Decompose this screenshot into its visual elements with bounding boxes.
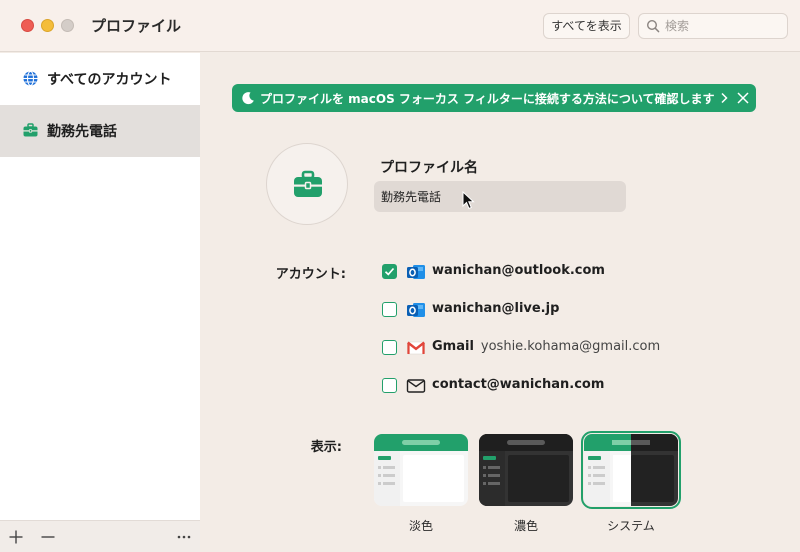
minus-icon[interactable] (40, 529, 56, 545)
moon-icon (242, 92, 254, 105)
briefcase-icon (23, 123, 38, 137)
account-checkbox[interactable] (382, 264, 397, 279)
account-row-outlook: wanichan@outlook.com (382, 261, 782, 283)
window-title: プロファイル (91, 17, 182, 35)
profile-name-field[interactable] (374, 181, 626, 212)
search-field[interactable] (638, 13, 788, 39)
minimize-window-button[interactable] (41, 19, 54, 32)
theme-system-preview (584, 434, 678, 506)
banner-text: プロファイルを macOS フォーカス フィルターに接続する方法について確認しま… (260, 92, 715, 106)
main-panel: プロファイルを macOS フォーカス フィルターに接続する方法について確認しま… (200, 53, 800, 552)
show-all-button[interactable]: すべてを表示 (543, 13, 630, 39)
account-checkbox[interactable] (382, 378, 397, 393)
account-row-contact: contact@wanichan.com (382, 375, 782, 397)
search-icon (646, 19, 660, 33)
account-email-address: yoshie.kohama@gmail.com (480, 339, 661, 354)
mail-icon (406, 379, 426, 393)
sidebar-footer (0, 520, 200, 552)
mouse-pointer-icon (462, 191, 475, 210)
theme-dark-label: 濃色 (513, 519, 538, 533)
account-checkbox[interactable] (382, 302, 397, 317)
window: プロファイル すべてを表示 すべてのアカウント (0, 0, 800, 552)
briefcase-icon (294, 170, 322, 197)
theme-system-option[interactable] (581, 431, 681, 509)
theme-dark-preview (479, 434, 573, 506)
plus-icon[interactable] (8, 529, 24, 545)
globe-icon (23, 70, 38, 87)
outlook-icon (407, 303, 425, 317)
theme-light-label: 淡色 (408, 519, 433, 533)
close-window-button[interactable] (21, 19, 34, 32)
theme-system-label: システム (607, 519, 655, 533)
sidebar-item-work-phone[interactable]: 勤務先電話 (0, 105, 200, 157)
search-input[interactable] (665, 17, 783, 35)
close-icon[interactable] (736, 91, 750, 105)
sidebar: すべてのアカウント 勤務先電話 (0, 53, 200, 552)
focus-filter-banner[interactable]: プロファイルを macOS フォーカス フィルターに接続する方法について確認しま… (232, 84, 756, 112)
theme-light-preview (374, 434, 468, 506)
profile-name-label: プロファイル名 (380, 160, 478, 176)
profile-icon-picker[interactable] (266, 143, 348, 225)
account-email: contact@wanichan.com (432, 377, 605, 392)
sidebar-item-all-accounts[interactable]: すべてのアカウント (0, 53, 200, 105)
sidebar-item-label: すべてのアカウント (47, 72, 172, 88)
theme-light-option[interactable] (374, 434, 468, 506)
outlook-icon (407, 265, 425, 279)
theme-dark-option[interactable] (479, 434, 573, 506)
appearance-label: 表示: (310, 440, 342, 455)
account-checkbox[interactable] (382, 340, 397, 355)
zoom-window-button[interactable] (61, 19, 74, 32)
accounts-label: アカウント: (275, 267, 346, 282)
account-email: Gmail yoshie.kohama@gmail.com (432, 339, 661, 354)
sidebar-item-label: 勤務先電話 (47, 124, 117, 140)
ellipsis-icon[interactable] (176, 529, 192, 545)
account-email: wanichan@outlook.com (432, 263, 605, 278)
account-row-live: wanichan@live.jp (382, 299, 782, 321)
account-row-gmail: Gmail yoshie.kohama@gmail.com (382, 337, 782, 359)
gmail-icon (407, 341, 425, 355)
account-email: wanichan@live.jp (432, 301, 560, 316)
chevron-right-icon[interactable] (718, 92, 730, 104)
title-bar: プロファイル すべてを表示 (0, 0, 800, 52)
